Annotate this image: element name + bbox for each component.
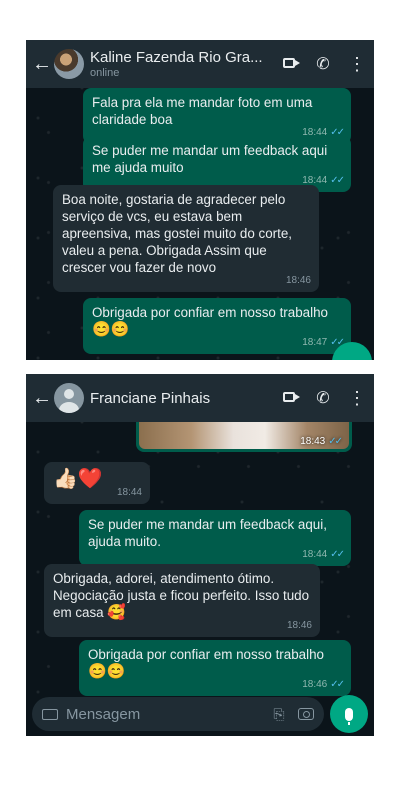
- keyboard-icon[interactable]: [42, 708, 58, 720]
- smile-emoji: 😊😊: [92, 321, 130, 338]
- chat-screenshot-kaline: ← Kaline Fazenda Rio Gra... online ✆ ⋮ F…: [26, 40, 374, 360]
- voice-message-button[interactable]: [330, 695, 368, 733]
- message-composer: Mensagem ⎘: [26, 692, 374, 736]
- contact-name: Franciane Pinhais: [90, 389, 211, 407]
- contact-status: online: [90, 67, 120, 79]
- message-bubble-outgoing[interactable]: Se puder me mandar um feedback aqui, aju…: [79, 510, 351, 566]
- message-bubble-incoming[interactable]: Boa noite, gostaria de agradecer pelo se…: [53, 185, 319, 292]
- message-text: Obrigada, adorei, atendimento ótimo. Neg…: [53, 571, 310, 620]
- chat-screenshot-franciane: ← Franciane Pinhais ✆ ⋮ 18:43 ✓✓ 👍🏻❤️ 18:…: [26, 374, 374, 736]
- double-check-icon: ✓✓: [330, 679, 345, 690]
- arrow-left-icon[interactable]: ←: [32, 387, 54, 410]
- message-bubble-outgoing[interactable]: Obrigada por confiar em nosso trabalho 😊…: [83, 298, 351, 354]
- smiling-face-hearts-emoji: 🥰: [107, 604, 127, 621]
- arrow-left-icon[interactable]: ←: [32, 53, 54, 76]
- video-camera-icon: [283, 392, 300, 402]
- message-text: Obrigada por confiar em nosso trabalho: [92, 305, 328, 320]
- message-text: Boa noite, gostaria de agradecer pelo se…: [62, 192, 292, 275]
- message-bubble-incoming[interactable]: Obrigada, adorei, atendimento ótimo. Neg…: [44, 564, 320, 637]
- message-time: 18:43 ✓✓: [300, 436, 343, 447]
- message-bubble-incoming[interactable]: 👍🏻❤️ 18:44: [44, 462, 150, 504]
- chat-header: ← Franciane Pinhais ✆ ⋮: [26, 374, 374, 422]
- contact-avatar[interactable]: [54, 49, 84, 79]
- microphone-icon: [345, 707, 353, 725]
- shared-photo[interactable]: 18:43 ✓✓: [139, 422, 349, 449]
- contact-info[interactable]: Franciane Pinhais: [90, 390, 272, 407]
- message-text: Se puder me mandar um feedback aqui, aju…: [88, 517, 327, 549]
- message-text: Fala pra ela me mandar foto em uma clari…: [92, 95, 313, 127]
- chat-header: ← Kaline Fazenda Rio Gra... online ✆ ⋮: [26, 40, 374, 88]
- message-text: Obrigada por confiar em nosso trabalho: [88, 647, 324, 662]
- phone-icon[interactable]: ✆: [306, 388, 340, 408]
- phone-icon[interactable]: ✆: [306, 54, 340, 74]
- paperclip-icon[interactable]: ⎘: [268, 706, 290, 723]
- message-time: 18:46: [285, 275, 311, 286]
- video-camera-icon: [283, 58, 300, 68]
- contact-name: Kaline Fazenda Rio Gra...: [90, 49, 263, 66]
- message-time: 18:44 ✓✓: [302, 549, 345, 560]
- message-time: 18:44: [116, 487, 142, 498]
- more-vertical-icon[interactable]: ⋮: [340, 55, 374, 73]
- video-call-button[interactable]: [272, 389, 306, 407]
- contact-avatar[interactable]: [54, 383, 84, 413]
- thumbs-up-heart-emoji: 👍🏻❤️: [53, 468, 103, 490]
- message-bubble-outgoing[interactable]: Se puder me mandar um feedback aqui me a…: [83, 136, 351, 192]
- double-check-icon: ✓✓: [328, 436, 343, 447]
- video-call-button[interactable]: [272, 55, 306, 73]
- smile-emoji: 😊😊: [88, 663, 126, 680]
- camera-icon[interactable]: [298, 708, 314, 720]
- message-text: Se puder me mandar um feedback aqui me a…: [92, 143, 328, 175]
- photo-message[interactable]: 18:43 ✓✓: [136, 422, 352, 452]
- more-vertical-icon[interactable]: ⋮: [340, 389, 374, 407]
- contact-info[interactable]: Kaline Fazenda Rio Gra... online: [90, 49, 272, 79]
- message-time: 18:46: [286, 620, 312, 631]
- message-placeholder[interactable]: Mensagem: [66, 706, 268, 723]
- double-check-icon: ✓✓: [330, 175, 345, 186]
- message-time: 18:46 ✓✓: [302, 679, 345, 690]
- double-check-icon: ✓✓: [330, 549, 345, 560]
- message-bubble-outgoing[interactable]: Obrigada por confiar em nosso trabalho 😊…: [79, 640, 351, 696]
- message-input[interactable]: Mensagem ⎘: [32, 697, 324, 731]
